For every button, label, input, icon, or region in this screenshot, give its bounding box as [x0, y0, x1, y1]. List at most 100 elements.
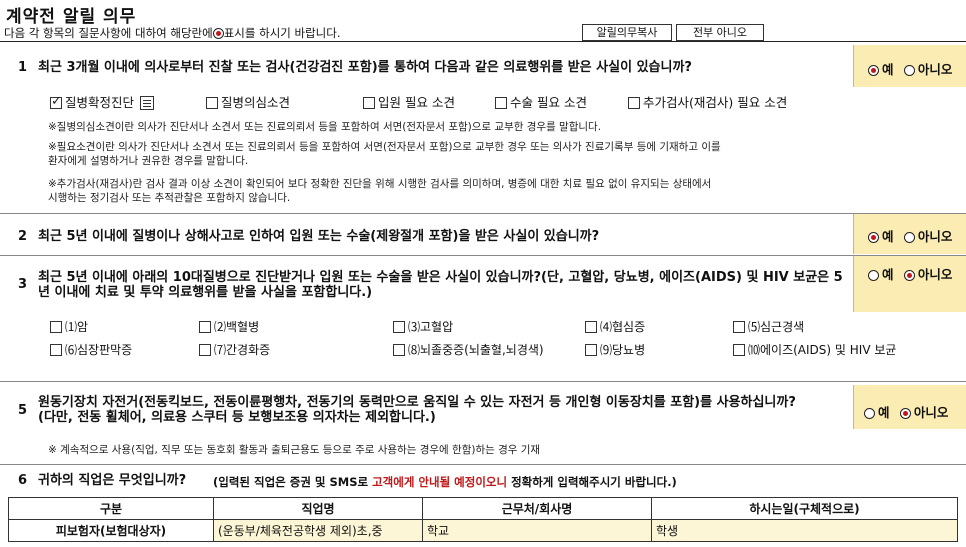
q5-question-line2: (다만, 전동 휠체어, 의료용 스쿠터 등 보행보조용 의자차는 제외합니다.…	[38, 410, 436, 425]
q5-yes-radio[interactable]	[864, 408, 875, 419]
disease-label: ⑵백혈병	[214, 320, 260, 334]
q2-no-radio[interactable]	[903, 232, 915, 243]
disease-label: ⑺간경화증	[214, 343, 271, 357]
q1-note-2: ※필요소견이란 의사가 진단서나 소견서 또는 진료의뢰서 등을 포함하여 서면…	[48, 141, 721, 153]
q1-yes-radio[interactable]	[868, 65, 879, 76]
section-divider	[0, 464, 966, 465]
q5-note: ※ 계속적으로 사용(직업, 직무 또는 동호회 활동과 출퇴근용도 등으로 주…	[48, 444, 541, 456]
duty-field[interactable]: 학생	[651, 519, 958, 542]
q3-question-line2: 년 이내에 치료 및 투약 의료행위를 받을 사실을 포함합니다.)	[38, 285, 373, 300]
disease-option[interactable]: ⑽에이즈(AIDS) 및 HIV 보균	[733, 341, 896, 358]
q6-question: 귀하의 직업은 무엇입니까?	[38, 473, 187, 488]
copy-disclosure-button[interactable]: 알릴의무복사	[582, 24, 672, 41]
q1-answer-panel: 예 아니오	[853, 45, 966, 87]
q5-yes-label: 예	[878, 405, 890, 420]
radio-example-icon	[212, 28, 224, 39]
q3-yes-option[interactable]: 예	[868, 267, 894, 282]
q5-answer-panel: 예 아니오	[853, 385, 966, 429]
disease-checkbox[interactable]	[733, 321, 745, 333]
disease-option[interactable]: ⑷협심증	[585, 318, 645, 335]
q6-notice-after: 정확하게 입력해주시기 바랍니다.)	[507, 475, 677, 489]
q2-yes-label: 예	[882, 229, 894, 244]
q5-number: 5	[18, 403, 28, 418]
q1-yes-option[interactable]: 예	[868, 62, 894, 77]
q3-no-label: 아니오	[917, 267, 953, 282]
disease-checkbox[interactable]	[199, 344, 211, 356]
q1-surgery-checkbox[interactable]	[495, 97, 507, 109]
q2-yes-radio[interactable]	[868, 232, 879, 243]
q1-diagnosis-checkbox[interactable]	[50, 94, 62, 109]
disease-checkbox[interactable]	[50, 321, 62, 333]
q2-no-label: 아니오	[917, 229, 953, 244]
q1-no-label: 아니오	[917, 62, 953, 77]
q1-diagnosis-label: 질병확정진단	[65, 95, 135, 110]
q1-no-option[interactable]: 아니오	[903, 62, 953, 77]
q3-number: 3	[18, 277, 28, 292]
q2-answer-panel: 예 아니오	[853, 214, 966, 254]
q1-hospitalization-label: 입원 필요 소견	[378, 95, 455, 110]
q1-number: 1	[18, 60, 28, 75]
q1-note-2b: 환자에게 설명하거나 권유한 경우를 말합니다.	[48, 155, 249, 167]
column-header: 직업명	[213, 497, 423, 520]
disease-checkbox[interactable]	[585, 321, 597, 333]
disease-label: ⑷협심증	[600, 320, 646, 334]
q1-question: 최근 3개월 이내에 의사로부터 진찰 또는 검사(건강검진 포함)를 통하여 …	[38, 60, 692, 75]
all-no-button[interactable]: 전부 아니오	[676, 24, 764, 41]
q1-suspected-checkbox[interactable]	[206, 97, 218, 109]
q2-yes-option[interactable]: 예	[868, 229, 894, 244]
q5-no-radio[interactable]	[899, 408, 911, 419]
disease-option[interactable]: ⑴암	[50, 318, 88, 335]
q3-no-radio[interactable]	[903, 270, 915, 281]
disease-option[interactable]: ⑼당뇨병	[585, 341, 645, 358]
column-header: 근무처/회사명	[422, 497, 652, 520]
q1-option-hospitalization[interactable]: 입원 필요 소견	[363, 92, 455, 111]
disease-label: ⑶고혈압	[408, 320, 454, 334]
job-name-field[interactable]: (운동부/체육전공학생 제외)초,중	[213, 519, 423, 542]
disease-checkbox[interactable]	[585, 344, 597, 356]
disease-option[interactable]: ⑺간경화증	[199, 341, 270, 358]
q5-question: 원동기장치 자전거(전동킥보드, 전동이륜평행차, 전동기의 동력만으로 움직일…	[38, 395, 848, 425]
table-row: 피보험자(보험대상자) (운동부/체육전공학생 제외)초,중 학교 학생	[8, 519, 958, 542]
table-header-row: 구분 직업명 근무처/회사명 하시는일(구체적으로)	[8, 497, 958, 520]
disease-checkbox[interactable]	[733, 344, 745, 356]
disease-option[interactable]: ⑻뇌졸중증(뇌출혈,뇌경색)	[393, 341, 544, 358]
q3-yes-radio[interactable]	[868, 270, 879, 281]
disease-label: ⑻뇌졸중증(뇌출혈,뇌경색)	[408, 343, 544, 357]
q6-notice-before: (입력된 직업은 증권 및 SMS로	[213, 475, 373, 489]
workplace-field[interactable]: 학교	[422, 519, 652, 542]
q1-retest-checkbox[interactable]	[628, 97, 640, 109]
disease-checkbox[interactable]	[50, 344, 62, 356]
section-divider	[0, 255, 966, 256]
q2-number: 2	[18, 229, 28, 244]
q5-no-option[interactable]: 아니오	[899, 405, 949, 420]
q5-no-label: 아니오	[913, 405, 949, 420]
disease-option[interactable]: ⑸심근경색	[733, 318, 804, 335]
q1-hospitalization-checkbox[interactable]	[363, 97, 375, 109]
occupation-table: 구분 직업명 근무처/회사명 하시는일(구체적으로) 피보험자(보험대상자) (…	[8, 497, 958, 542]
q1-no-radio[interactable]	[903, 65, 915, 76]
insured-label: 피보험자(보험대상자)	[8, 519, 214, 542]
q2-no-option[interactable]: 아니오	[903, 229, 953, 244]
section-divider	[0, 213, 966, 214]
disease-option[interactable]: ⑹심장판막증	[50, 341, 132, 358]
form-title: 계약전 알릴 의무	[6, 7, 137, 27]
section-divider	[0, 381, 966, 382]
q1-option-surgery[interactable]: 수술 필요 소견	[495, 92, 587, 111]
q1-retest-label: 추가검사(재검사) 필요 소견	[643, 95, 788, 110]
document-icon[interactable]	[140, 96, 155, 110]
q6-notice: (입력된 직업은 증권 및 SMS로 고객에게 안내될 예정이오니 정확하게 입…	[213, 474, 677, 490]
disease-checkbox[interactable]	[393, 321, 405, 333]
disease-checkbox[interactable]	[199, 321, 211, 333]
q1-option-retest[interactable]: 추가검사(재검사) 필요 소견	[628, 92, 787, 111]
q1-option-diagnosis[interactable]: 질병확정진단	[50, 92, 155, 111]
disease-option[interactable]: ⑶고혈압	[393, 318, 453, 335]
q5-yes-option[interactable]: 예	[864, 405, 890, 420]
disease-label: ⑹심장판막증	[65, 343, 133, 357]
q6-notice-highlight: 고객에게 안내될 예정이오니	[372, 475, 508, 489]
disease-checkbox[interactable]	[393, 344, 405, 356]
disease-option[interactable]: ⑵백혈병	[199, 318, 259, 335]
q1-option-suspected[interactable]: 질병의심소견	[206, 92, 290, 111]
intro-text: 다음 각 항목의 질문사항에 대하여 해당란에 표시를 하시기 바랍니다.	[4, 25, 340, 41]
header-divider	[0, 41, 966, 42]
q3-no-option[interactable]: 아니오	[903, 267, 953, 282]
